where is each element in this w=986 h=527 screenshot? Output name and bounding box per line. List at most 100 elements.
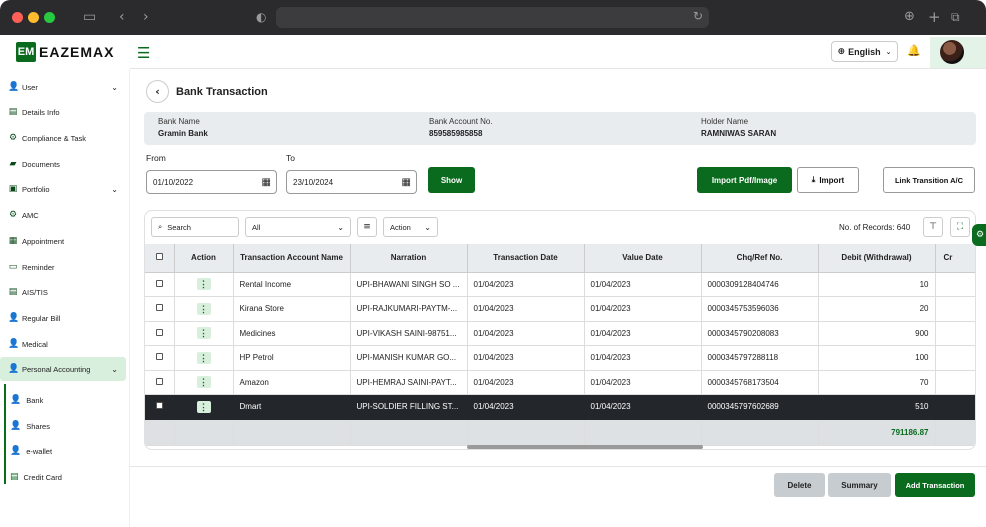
summary-button[interactable]: Summary: [828, 473, 891, 497]
column-header[interactable]: Chq/Ref No.: [701, 244, 819, 273]
logo-mark: EM: [16, 42, 36, 62]
sidebar-item-personal-accounting[interactable]: 👤 Personal Accounting ⌄: [0, 357, 126, 381]
row-checkbox[interactable]: [155, 402, 163, 410]
link-transition-button[interactable]: Link Transition A/C: [883, 167, 975, 193]
to-date-input[interactable]: 23/10/2024 ▦: [286, 170, 417, 194]
back-button[interactable]: ‹: [146, 80, 169, 103]
sidebar-item-details-info[interactable]: ▤ Details Info: [0, 100, 126, 124]
new-tab-icon[interactable]: +: [928, 8, 941, 26]
row-actions-icon[interactable]: ⋮: [196, 302, 211, 315]
menu-toggle-icon[interactable]: ☰: [137, 44, 150, 62]
to-date-value: 23/10/2024: [293, 177, 334, 187]
sidebar-item-label: Appointment: [22, 236, 65, 246]
sidebar-subitem-bank[interactable]: 👤 Bank: [10, 390, 43, 410]
sidebar-item-documents[interactable]: ▰ Documents: [0, 152, 126, 176]
table-row[interactable]: ⋮ HP Petrol UPI-MANISH KUMAR GO... 01/04/20…: [145, 345, 975, 371]
row-actions-icon[interactable]: ⋮: [196, 278, 211, 291]
row-checkbox[interactable]: [155, 304, 163, 312]
search-input[interactable]: ⌕ Search: [151, 217, 239, 237]
row-actions-icon[interactable]: ⋮: [196, 400, 211, 413]
sidebar-toggle-icon[interactable]: ▭: [83, 8, 96, 26]
table-row[interactable]: ⋮ Rental Income UPI-BHAWANI SINGH SO ... 01…: [145, 272, 975, 297]
sidebar-item-label: Regular Bill: [22, 313, 61, 323]
column-header[interactable]: Value Date: [584, 244, 702, 273]
fullscreen-icon[interactable]: ⛶: [950, 217, 970, 237]
import-pdf-button[interactable]: Import Pdf/Image: [697, 167, 792, 193]
maximize-window-button[interactable]: [44, 12, 55, 23]
notification-bell-icon[interactable]: 🔔: [907, 44, 921, 57]
sidebar-subitem-credit-card[interactable]: ▤ Credit Card: [10, 467, 62, 487]
shield-icon[interactable]: ◐: [256, 8, 266, 26]
row-actions-icon[interactable]: ⋮: [196, 351, 211, 364]
show-button[interactable]: Show: [428, 167, 475, 193]
select-all-checkbox[interactable]: [145, 244, 175, 273]
action-select-value: Action: [390, 222, 411, 232]
table-row[interactable]: ⋮ Dmart UPI-SOLDIER FILLING ST... 01/04/202…: [145, 394, 975, 420]
column-header[interactable]: Cr: [935, 244, 975, 273]
sidebar-item-appointment[interactable]: ▦ Appointment: [0, 229, 126, 253]
settings-gear-icon[interactable]: ⚙: [972, 224, 986, 246]
sidebar-item-regular-bill[interactable]: 👤 Regular Bill: [0, 306, 126, 330]
type-filter-select[interactable]: All ⌄: [245, 217, 351, 237]
forward-arrow-icon[interactable]: ›: [143, 8, 149, 26]
transactions-card: ⌕ Search All ⌄ ≡ Action ⌄ No. of Records…: [144, 210, 976, 450]
column-header[interactable]: Debit (Withdrawal): [818, 244, 936, 273]
table-row[interactable]: ⋮ Amazon UPI-HEMRAJ SAINI-PAYT... 01/04/202…: [145, 370, 975, 395]
chevron-down-icon: ⌄: [111, 82, 118, 92]
import-button[interactable]: ⤓ Import: [797, 167, 859, 193]
back-arrow-icon[interactable]: ‹: [119, 8, 125, 26]
horizontal-scrollbar[interactable]: [467, 445, 703, 449]
sidebar-subitem-shares[interactable]: 👤 Shares: [10, 416, 50, 436]
address-bar[interactable]: ↻: [276, 7, 709, 28]
close-window-button[interactable]: [12, 12, 23, 23]
sidebar-item-label: Personal Accounting: [22, 364, 91, 374]
sidebar-item-user[interactable]: 👤 User ⌄: [0, 75, 126, 99]
sidebar-item-portfolio[interactable]: ▣ Portfolio ⌄: [0, 177, 126, 201]
add-transaction-button[interactable]: Add Transaction: [895, 473, 975, 497]
sidebar-item-reminder[interactable]: ▭ Reminder: [0, 255, 126, 279]
row-checkbox[interactable]: [155, 328, 163, 336]
to-label: To: [286, 153, 295, 163]
sidebar-item-amc[interactable]: ⚙ AMC: [0, 203, 126, 227]
transactions-table: Action Transaction Account Name Narratio…: [145, 244, 975, 446]
row-actions-icon[interactable]: ⋮: [196, 376, 211, 389]
row-actions-icon[interactable]: ⋮: [196, 327, 211, 340]
table-cell: [935, 272, 975, 297]
sidebar-subitem-label: Bank: [26, 395, 44, 405]
profile-area[interactable]: [930, 37, 986, 68]
row-checkbox[interactable]: [155, 377, 163, 385]
column-header[interactable]: Transaction Date: [467, 244, 585, 273]
delete-button[interactable]: Delete: [774, 473, 825, 497]
sidebar-subitem-e-wallet[interactable]: 👤 e-wallet: [10, 441, 52, 461]
tabs-overview-icon[interactable]: ⧉: [951, 8, 960, 26]
download-icon[interactable]: ⊕: [904, 8, 915, 26]
filter-icon[interactable]: ≡: [357, 217, 377, 237]
calendar-icon[interactable]: ▦: [262, 177, 271, 188]
table-cell: ⋮: [174, 272, 234, 297]
table-row[interactable]: ⋮ Kirana Store UPI-RAJKUMARI-PAYTM-... 01/0…: [145, 296, 975, 322]
row-checkbox[interactable]: [155, 353, 163, 361]
from-date-input[interactable]: 01/10/2022 ▦: [146, 170, 277, 194]
column-header[interactable]: Narration: [350, 244, 468, 273]
column-filter-icon[interactable]: ⊤: [923, 217, 943, 237]
table-cell-txn-date: 01/04/2023: [467, 272, 585, 297]
action-select[interactable]: Action ⌄: [383, 217, 438, 237]
header-divider: [130, 68, 986, 69]
reload-icon[interactable]: ↻: [693, 9, 703, 23]
column-header[interactable]: Transaction Account Name: [233, 244, 351, 273]
avatar[interactable]: [940, 40, 964, 64]
import-label: Import: [819, 175, 845, 185]
sidebar-item-ais-tis[interactable]: ▤ AIS/TIS: [0, 280, 126, 304]
row-checkbox[interactable]: [155, 279, 163, 287]
language-select[interactable]: ⊕ English ⌄: [831, 41, 898, 62]
calendar-icon[interactable]: ▦: [402, 177, 411, 188]
sidebar-item-label: Medical: [22, 339, 48, 349]
table-cell-value-date: 01/04/2023: [584, 394, 702, 420]
submenu-indicator: [4, 384, 6, 484]
download-icon: ⤓: [811, 175, 816, 184]
table-row[interactable]: ⋮ Medicines UPI-VIKASH SAINI-98751... 01/04…: [145, 321, 975, 346]
minimize-window-button[interactable]: [28, 12, 39, 23]
sidebar-item-compliance-task[interactable]: ⚙ Compliance & Task: [0, 126, 126, 150]
sidebar-item-medical[interactable]: 👤 Medical: [0, 332, 126, 356]
column-header[interactable]: Action: [174, 244, 234, 273]
